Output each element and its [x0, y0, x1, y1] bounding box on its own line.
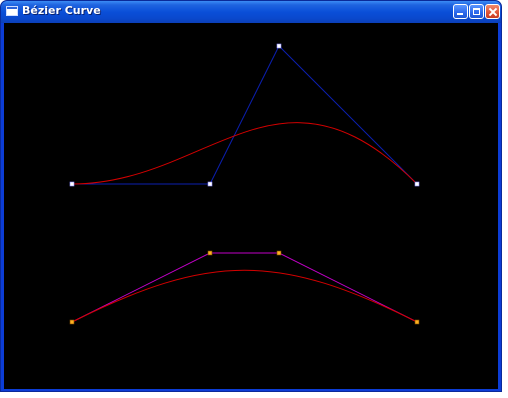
- lower-control-polygon: [71, 252, 418, 323]
- upper-control-point-1[interactable]: [69, 181, 75, 187]
- title-bar[interactable]: Bézier Curve: [1, 1, 501, 23]
- bezier-canvas[interactable]: [4, 23, 498, 389]
- window-title: Bézier Curve: [22, 4, 101, 17]
- upper-control-point-3[interactable]: [276, 43, 282, 49]
- close-button[interactable]: [485, 4, 500, 19]
- lower-control-point-2[interactable]: [207, 250, 213, 256]
- app-icon[interactable]: [6, 6, 18, 16]
- upper-control-polygon: [72, 45, 418, 185]
- app-window: Bézier Curve: [0, 0, 502, 392]
- lower-control-point-4[interactable]: [414, 319, 420, 325]
- drawing-canvas[interactable]: [4, 23, 498, 389]
- lower-control-point-3[interactable]: [276, 250, 282, 256]
- upper-control-point-4[interactable]: [414, 181, 420, 187]
- upper-control-point-2[interactable]: [207, 181, 213, 187]
- minimize-button[interactable]: [453, 4, 468, 19]
- maximize-button[interactable]: [469, 4, 484, 19]
- lower-control-point-1[interactable]: [69, 319, 75, 325]
